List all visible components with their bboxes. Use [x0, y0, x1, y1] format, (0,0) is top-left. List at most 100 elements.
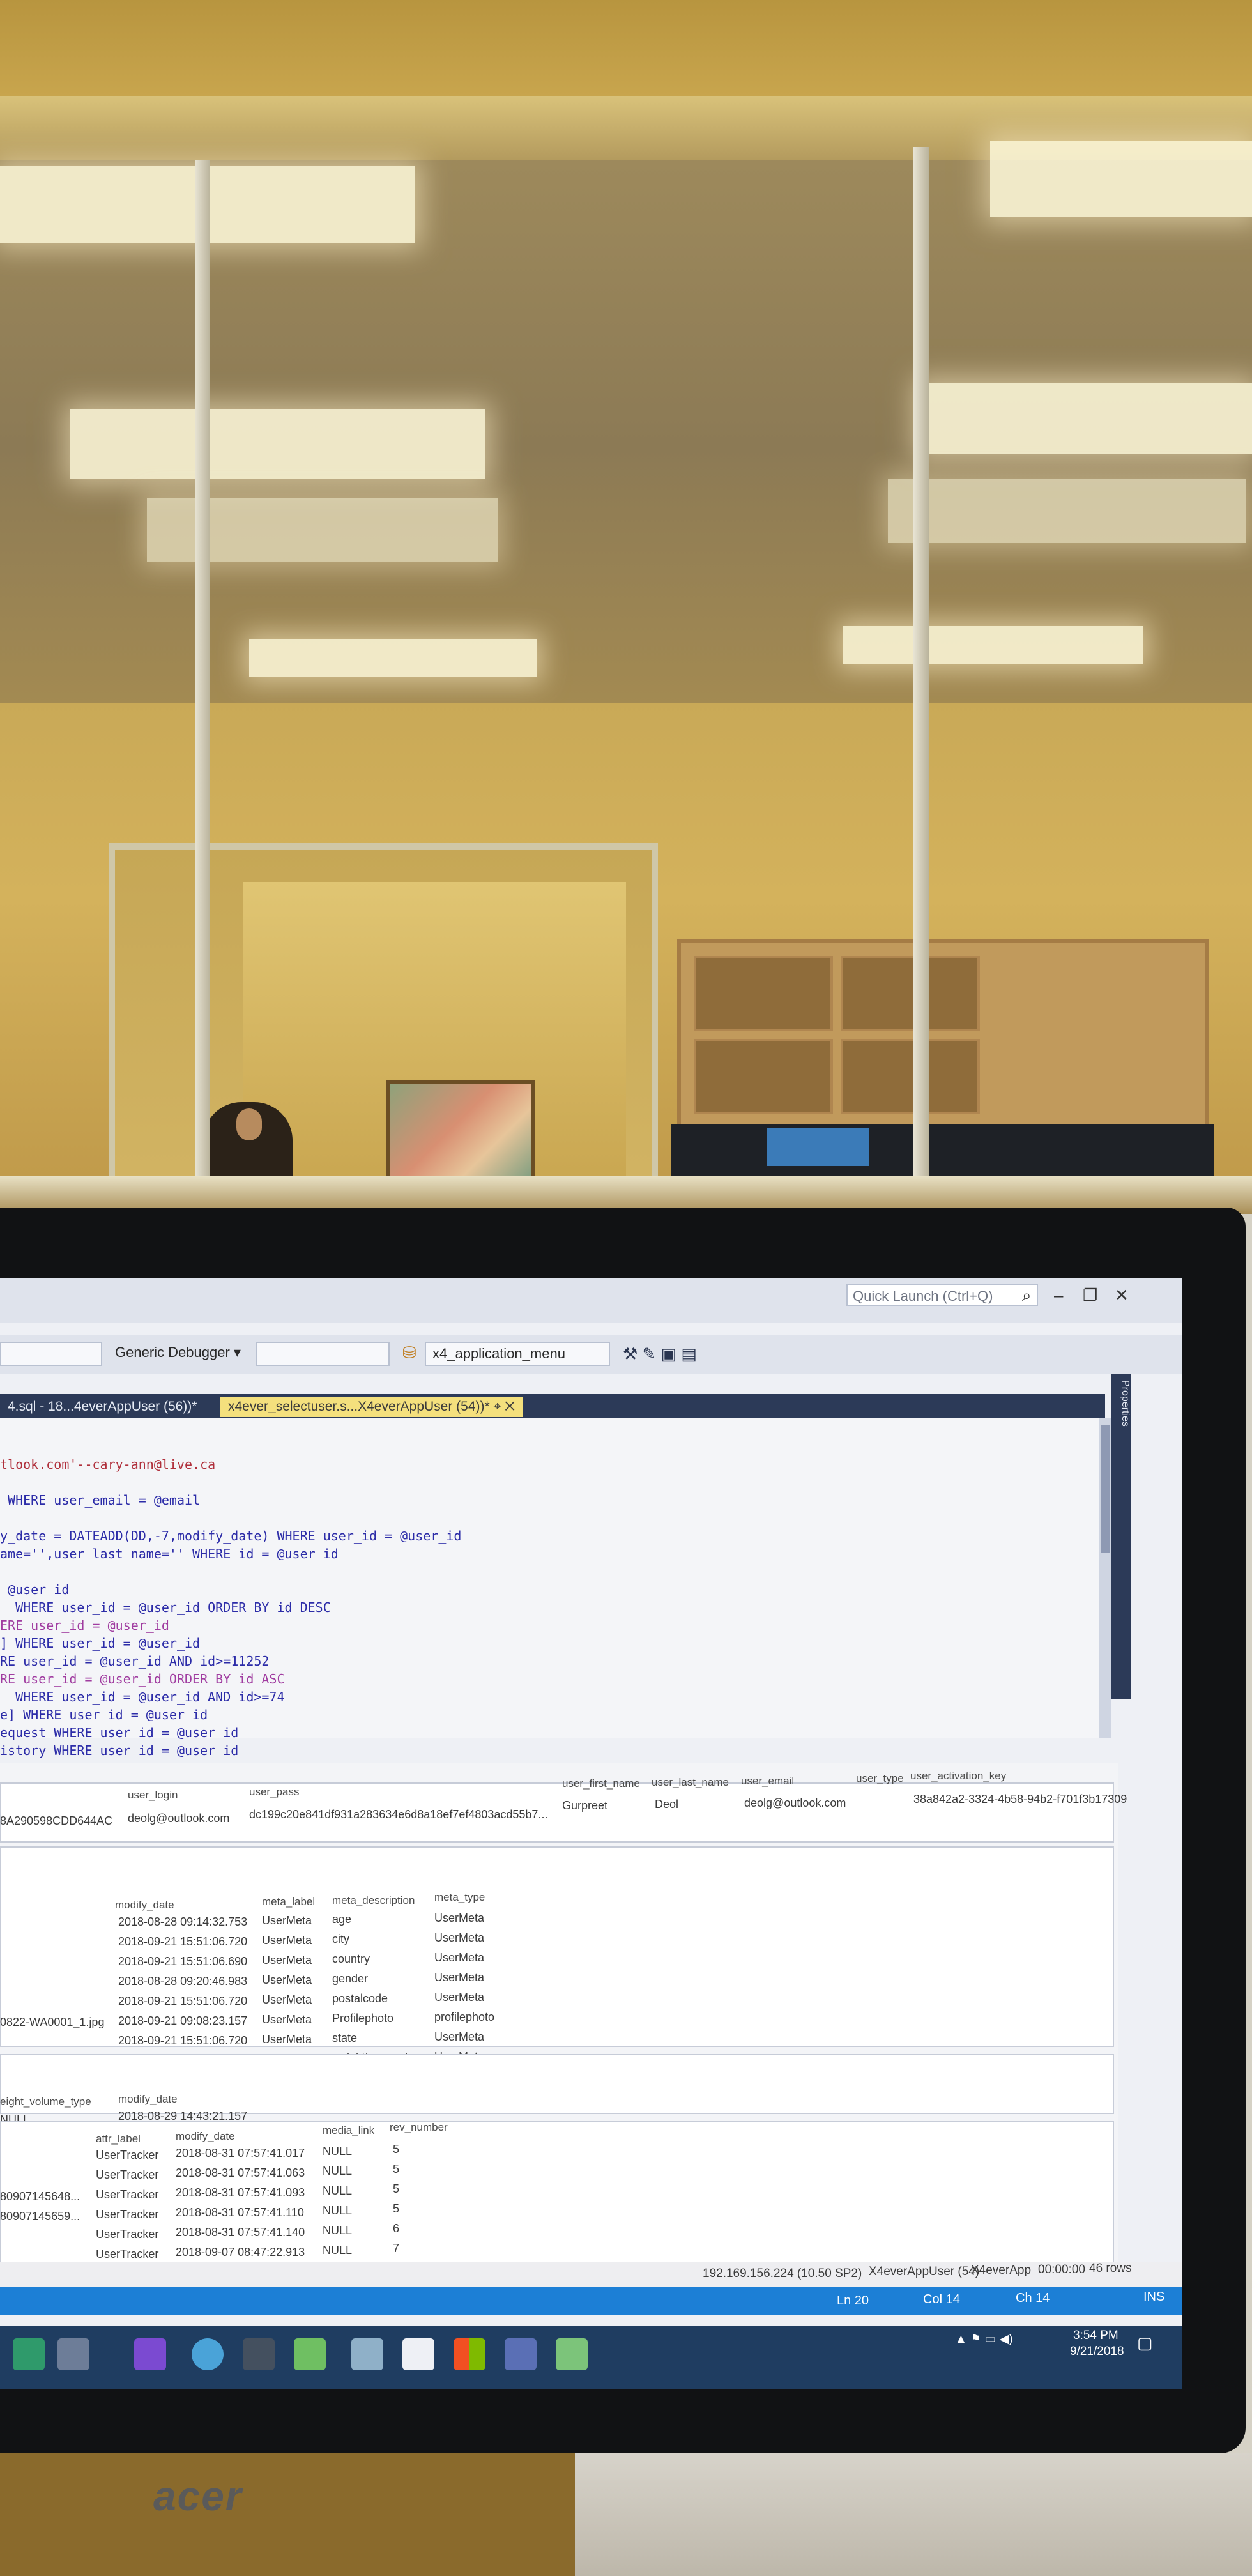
- grid-cell[interactable]: 2018-09-21 15:51:06.720: [118, 2034, 247, 2048]
- jt-icon[interactable]: [505, 2338, 537, 2370]
- grid-cell[interactable]: UserMeta: [262, 1914, 312, 1928]
- grid-cell[interactable]: NULL: [323, 2184, 352, 2198]
- grid-cell[interactable]: Profilephoto: [332, 2012, 393, 2025]
- column-header[interactable]: user_first_name: [562, 1777, 640, 1790]
- grid-cell[interactable]: UserMeta: [262, 2033, 312, 2046]
- grid-cell[interactable]: UserMeta: [262, 1974, 312, 1987]
- grid-cell[interactable]: 2018-08-31 07:57:41.017: [176, 2147, 305, 2160]
- visual-studio-icon[interactable]: [134, 2338, 166, 2370]
- column-header[interactable]: user_login: [128, 1789, 178, 1802]
- column-header[interactable]: user_last_name: [652, 1776, 729, 1789]
- grid-cell[interactable]: UserMeta: [434, 2030, 484, 2044]
- grid-cell[interactable]: 8A290598CDD644AC: [0, 1814, 112, 1828]
- grid-cell[interactable]: 0822-WA0001_1.jpg: [0, 2016, 104, 2029]
- column-header[interactable]: rev_number: [390, 2121, 448, 2134]
- grid-cell[interactable]: 2018-09-21 15:51:06.690: [118, 1955, 247, 1968]
- grid-cell[interactable]: 5: [393, 2163, 399, 2176]
- column-header[interactable]: attr_label: [96, 2133, 141, 2145]
- editor-scrollbar[interactable]: [1099, 1418, 1111, 1738]
- minimize-button[interactable]: –: [1054, 1285, 1063, 1305]
- store-icon[interactable]: [454, 2338, 485, 2370]
- grid-cell[interactable]: postalcode: [332, 1992, 388, 2005]
- grid-cell[interactable]: UserTracker: [96, 2248, 158, 2261]
- grid-cell[interactable]: Gurpreet: [562, 1799, 607, 1813]
- server-icon[interactable]: [351, 2338, 383, 2370]
- clock-date[interactable]: 9/21/2018: [1070, 2345, 1124, 2359]
- grid-cell[interactable]: 2018-08-28 09:14:32.753: [118, 1915, 247, 1929]
- grid-cell[interactable]: 2018-08-31 07:57:41.110: [176, 2206, 304, 2220]
- grid-cell[interactable]: 2018-08-31 07:57:41.140: [176, 2226, 305, 2239]
- grid-cell[interactable]: UserMeta: [434, 1912, 484, 1925]
- column-header[interactable]: modify_date: [176, 2130, 235, 2143]
- grid-cell[interactable]: UserMeta: [262, 1954, 312, 1967]
- grid-cell[interactable]: dc199c20e841df931a283634e6d8a18ef7ef4803…: [249, 1808, 547, 1821]
- grid-cell[interactable]: country: [332, 1952, 370, 1966]
- notepad-icon[interactable]: [294, 2338, 326, 2370]
- grid-cell[interactable]: UserTracker: [96, 2208, 158, 2221]
- column-header[interactable]: modify_date: [118, 2093, 178, 2106]
- maximize-button[interactable]: ❐: [1083, 1285, 1097, 1305]
- grid-cell[interactable]: 7: [393, 2242, 399, 2255]
- grid-cell[interactable]: UserMeta: [434, 1931, 484, 1945]
- grid-cell[interactable]: age: [332, 1913, 351, 1926]
- grid-cell[interactable]: 2018-09-21 15:51:06.720: [118, 1935, 247, 1949]
- code-editor[interactable]: tlook.com'--cary-ann@live.ca WHERE user_…: [0, 1418, 1099, 1758]
- grid-cell[interactable]: 80907145659...: [0, 2210, 80, 2223]
- column-header[interactable]: meta_description: [332, 1894, 415, 1907]
- grid-cell[interactable]: 2018-09-21 09:08:23.157: [118, 2014, 247, 2028]
- toolbar-combo[interactable]: [0, 1342, 102, 1366]
- grid-cell[interactable]: NULL: [323, 2224, 352, 2237]
- search-icon[interactable]: ⌕: [1022, 1285, 1032, 1306]
- grid-cell[interactable]: NULL: [323, 2165, 352, 2178]
- tool-icon[interactable]: [243, 2338, 275, 2370]
- grid-cell[interactable]: 2018-09-21 15:51:06.720: [118, 1995, 247, 2008]
- grid-cell[interactable]: NULL: [323, 2244, 352, 2257]
- toolbar-tools-icons[interactable]: ⚒ ✎ ▣ ▤: [623, 1344, 697, 1364]
- grid-cell[interactable]: UserMeta: [434, 1971, 484, 1984]
- grid-cell[interactable]: 2018-08-28 09:20:46.983: [118, 1975, 247, 1988]
- grid-cell[interactable]: 5: [393, 2143, 399, 2156]
- grid-cell[interactable]: NULL: [323, 2204, 352, 2218]
- explorer-icon[interactable]: [57, 2338, 89, 2370]
- grid-cell[interactable]: 80907145648...: [0, 2190, 80, 2204]
- grid-cell[interactable]: UserTracker: [96, 2188, 158, 2202]
- grid-cell[interactable]: UserTracker: [96, 2149, 158, 2162]
- grid-cell[interactable]: UserMeta: [262, 1993, 312, 2007]
- document-icon[interactable]: [402, 2338, 434, 2370]
- column-header[interactable]: user_email: [741, 1775, 794, 1788]
- column-header[interactable]: user_activation_key: [910, 1770, 1006, 1782]
- system-tray-icons[interactable]: ▲ ⚑ ▭ ◀): [955, 2332, 1013, 2347]
- grid-cell[interactable]: 38a842a2-3324-4b58-94b2-f701f3b17309: [913, 1793, 1127, 1806]
- close-button[interactable]: ✕: [1115, 1285, 1129, 1305]
- grid-cell[interactable]: UserTracker: [96, 2168, 158, 2182]
- excel-icon[interactable]: [13, 2338, 45, 2370]
- column-header[interactable]: meta_label: [262, 1896, 315, 1908]
- grid-cell[interactable]: 2018-08-31 07:57:41.093: [176, 2186, 305, 2200]
- grid-cell[interactable]: deolg@outlook.com: [128, 1812, 229, 1825]
- column-header[interactable]: modify_date: [115, 1899, 174, 1912]
- grid-cell[interactable]: city: [332, 1933, 349, 1946]
- grid-cell[interactable]: profilephoto: [434, 2011, 494, 2024]
- grid-cell[interactable]: deolg@outlook.com: [744, 1797, 846, 1810]
- column-header[interactable]: meta_type: [434, 1891, 485, 1904]
- column-header[interactable]: eight_volume_type: [0, 2096, 91, 2108]
- column-header[interactable]: media_link: [323, 2124, 374, 2137]
- grid-cell[interactable]: gender: [332, 1972, 368, 1986]
- grid-cell[interactable]: UserMeta: [262, 1934, 312, 1947]
- tab-sql-script[interactable]: 4.sql - 18...4everAppUser (56))*: [0, 1397, 204, 1417]
- grid-cell[interactable]: Deol: [655, 1798, 678, 1811]
- scrollbar-thumb[interactable]: [1101, 1425, 1110, 1552]
- properties-panel[interactable]: Properties: [1111, 1374, 1131, 1699]
- grid-cell[interactable]: UserMeta: [434, 1991, 484, 2004]
- grid-cell[interactable]: UserMeta: [434, 1951, 484, 1965]
- clock-time[interactable]: 3:54 PM: [1073, 2329, 1118, 2343]
- grid-cell[interactable]: 5: [393, 2182, 399, 2196]
- toolbar-combo-empty[interactable]: [256, 1342, 390, 1366]
- grid-cell[interactable]: UserTracker: [96, 2228, 158, 2241]
- column-header[interactable]: user_type: [856, 1772, 904, 1785]
- grid-cell[interactable]: 2018-08-31 07:57:41.063: [176, 2166, 305, 2180]
- grid-cell[interactable]: state: [332, 2032, 357, 2045]
- tab-selectuser[interactable]: x4ever_selectuser.s...X4everAppUser (54)…: [220, 1397, 523, 1417]
- database-dropdown[interactable]: x4_application_menu: [425, 1342, 610, 1366]
- notification-icon[interactable]: ▢: [1137, 2333, 1153, 2353]
